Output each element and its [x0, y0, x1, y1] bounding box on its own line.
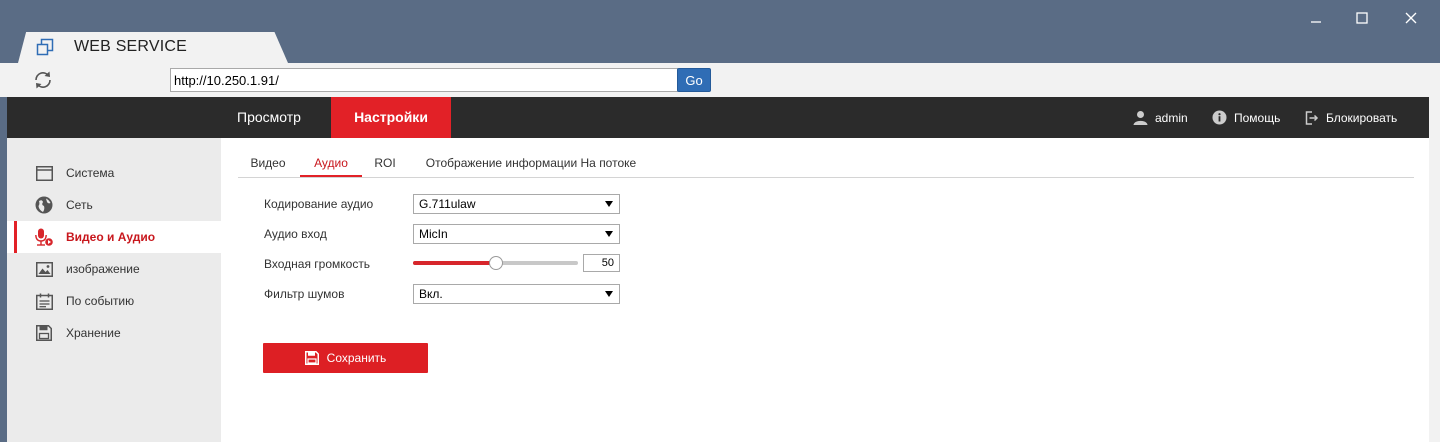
noise-filter-select[interactable]: Вкл. [413, 284, 620, 304]
help-label: Помощь [1234, 110, 1281, 125]
maximize-button[interactable] [1350, 6, 1374, 30]
dropdown-arrow-icon [605, 291, 613, 297]
tab-title: WEB SERVICE [74, 38, 188, 55]
noise-filter-value: Вкл. [419, 287, 443, 301]
audio-input-select[interactable]: MicIn [413, 224, 620, 244]
reload-icon[interactable] [32, 69, 54, 91]
audio-encoding-label: Кодирование аудио [264, 197, 374, 211]
web-app: Просмотр Настройки admin Помощь Блокиров… [7, 97, 1429, 442]
sidebar-item-network[interactable]: Сеть [7, 189, 221, 221]
tab-osd-stream[interactable]: Отображение информации На потоке [424, 138, 638, 177]
volume-slider-fill [413, 261, 496, 265]
maximize-icon [1356, 12, 1368, 24]
lock-label: Блокировать [1326, 110, 1398, 125]
minimize-button[interactable] [1304, 6, 1328, 30]
sidebar-item-label: По событию [66, 294, 135, 308]
info-icon [1212, 110, 1227, 125]
globe-icon [35, 196, 53, 214]
volume-slider[interactable] [413, 256, 578, 270]
noise-filter-row: Фильтр шумов Вкл. [264, 284, 764, 304]
calendar-icon [35, 292, 53, 310]
url-input[interactable] [170, 68, 678, 92]
user-icon [1133, 111, 1148, 125]
logout-icon [1305, 110, 1319, 125]
audio-encoding-select[interactable]: G.711ulaw [413, 194, 620, 214]
volume-slider-thumb[interactable] [488, 256, 503, 270]
sidebar-item-label: изображение [66, 262, 140, 276]
sidebar-item-system[interactable]: Система [7, 157, 221, 189]
nav-view[interactable]: Просмотр [237, 97, 301, 138]
help-link[interactable]: Помощь [1212, 97, 1280, 138]
sidebar-item-label: Видео и Аудио [66, 230, 156, 244]
sidebar-item-label: Система [66, 166, 115, 180]
tab-audio[interactable]: Аудио [300, 138, 362, 177]
sidebar-item-video-audio[interactable]: Видео и Аудио [7, 221, 221, 253]
sidebar-item-label: Хранение [66, 326, 121, 340]
input-volume-row: Входная громкость 50 [264, 254, 764, 274]
close-icon [1405, 12, 1417, 24]
sidebar: Система Сеть Видео и Аудио изображение П… [7, 138, 221, 442]
user-name: admin [1155, 110, 1188, 125]
close-button[interactable] [1399, 6, 1423, 30]
volume-value-field[interactable]: 50 [583, 254, 620, 272]
go-button[interactable]: Go [677, 68, 711, 92]
microphone-icon [35, 228, 53, 246]
image-icon [35, 260, 53, 278]
save-label: Сохранить [326, 351, 387, 365]
input-volume-label: Входная громкость [264, 257, 371, 271]
sidebar-item-image[interactable]: изображение [7, 253, 221, 285]
save-icon [304, 351, 319, 365]
minimize-icon [1311, 21, 1321, 23]
user-menu[interactable]: admin [1133, 97, 1188, 138]
disk-icon [35, 324, 53, 342]
audio-encoding-value: G.711ulaw [419, 197, 476, 211]
noise-filter-label: Фильтр шумов [264, 287, 345, 301]
restore-window-icon [36, 38, 54, 56]
dropdown-arrow-icon [605, 231, 613, 237]
lock-link[interactable]: Блокировать [1305, 97, 1397, 138]
audio-encoding-row: Кодирование аудио G.711ulaw [264, 194, 764, 214]
settings-content: Видео Аудио ROI Отображение информации Н… [221, 138, 1429, 442]
sidebar-item-event[interactable]: По событию [7, 285, 221, 317]
sidebar-item-storage[interactable]: Хранение [7, 317, 221, 349]
save-button[interactable]: Сохранить [263, 343, 428, 373]
dropdown-arrow-icon [605, 201, 613, 207]
subtab-bar: Видео Аудио ROI Отображение информации Н… [238, 138, 1414, 178]
audio-input-value: MicIn [419, 227, 448, 241]
audio-input-label: Аудио вход [264, 227, 327, 241]
audio-input-row: Аудио вход MicIn [264, 224, 764, 244]
monitor-icon [35, 164, 53, 182]
sidebar-item-label: Сеть [66, 198, 93, 212]
tab-roi[interactable]: ROI [370, 138, 400, 177]
tab-video[interactable]: Видео [246, 138, 290, 177]
nav-settings[interactable]: Настройки [331, 97, 451, 138]
top-navigation: Просмотр Настройки admin Помощь Блокиров… [7, 97, 1429, 138]
